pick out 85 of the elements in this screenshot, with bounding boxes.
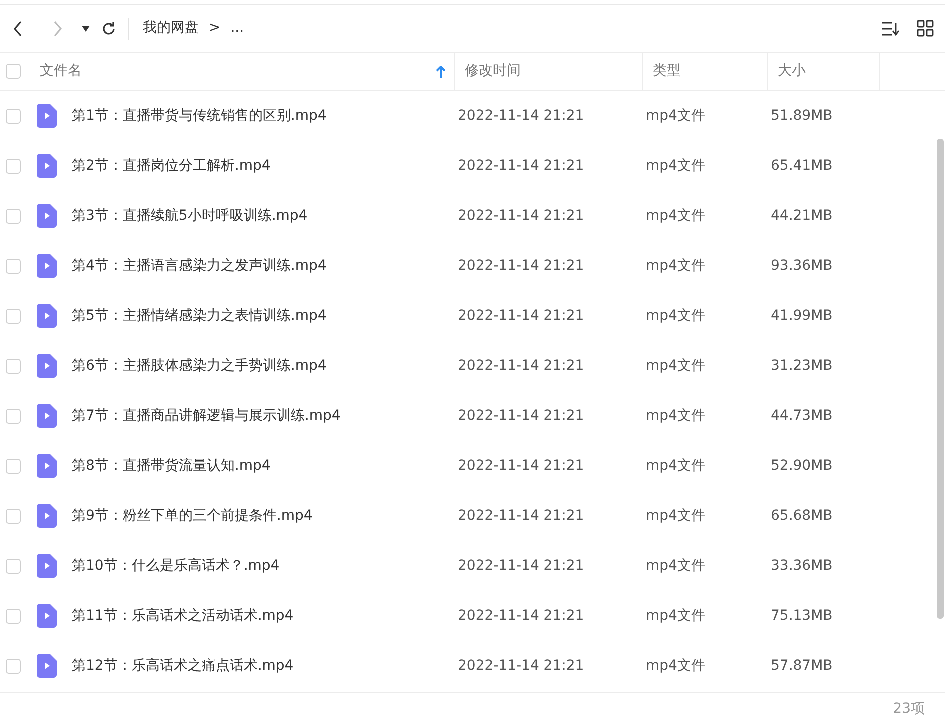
checkbox[interactable] [6, 608, 21, 624]
table-cell-text: 2022-11-14 21:21 [457, 456, 586, 476]
table-cell-text: mp4文件 [645, 256, 706, 276]
video-file-icon [37, 304, 57, 328]
table-cell-text: 2022-11-14 21:21 [457, 256, 586, 276]
table-cell-text: mp4文件 [645, 556, 706, 576]
checkbox[interactable] [6, 108, 21, 124]
table-cell-text: 2022-11-14 21:21 [457, 556, 586, 576]
table-cell-text: 65.68MB [770, 506, 834, 526]
table-cell-text: 2022-11-14 21:21 [457, 156, 586, 176]
video-file-icon [37, 454, 57, 478]
table-cell-text: 2022-11-14 21:21 [457, 306, 586, 326]
table-cell-text: 41.99MB [770, 306, 834, 326]
video-file-icon [37, 604, 57, 628]
file-name[interactable]: 第2节：直播岗位分工解析.mp4 [72, 156, 448, 176]
table-cell-text: mp4文件 [645, 456, 706, 476]
checkbox[interactable] [6, 658, 21, 674]
checkbox[interactable] [6, 458, 21, 474]
checkbox[interactable] [6, 158, 21, 174]
table-cell-text: mp4文件 [645, 356, 706, 376]
table-cell-text: 65.41MB [770, 156, 834, 176]
table-cell-text: mp4文件 [645, 656, 706, 676]
table-cell-text: 51.89MB [770, 106, 834, 126]
table-cell-text: mp4文件 [645, 506, 706, 526]
table-cell-text: 75.13MB [770, 606, 834, 626]
checkbox[interactable] [6, 358, 21, 374]
checkbox[interactable] [6, 508, 21, 524]
file-name[interactable]: 第7节：直播商品讲解逻辑与展示训练.mp4 [72, 406, 448, 426]
table-cell-text: 2022-11-14 21:21 [457, 206, 586, 226]
file-name[interactable]: 第4节：主播语言感染力之发声训练.mp4 [72, 256, 448, 276]
breadcrumb-ellipsis[interactable]: ... [230, 18, 244, 39]
table-cell-text: 2022-11-14 21:21 [457, 406, 586, 426]
file-name[interactable]: 第5节：主播情绪感染力之表情训练.mp4 [72, 306, 448, 326]
video-file-icon [37, 354, 57, 378]
column-header[interactable]: 大小 [778, 61, 806, 82]
table-cell-text: 52.90MB [770, 456, 834, 476]
table-cell-text: 44.21MB [770, 206, 834, 226]
checkbox[interactable] [6, 308, 21, 324]
video-file-icon [37, 254, 57, 278]
file-name[interactable]: 第8节：直播带货流量认知.mp4 [72, 456, 448, 476]
item-count: 23项 [893, 700, 925, 719]
checkbox[interactable] [6, 258, 21, 274]
column-header[interactable]: 类型 [653, 61, 681, 82]
video-file-icon [37, 404, 57, 428]
checkbox[interactable] [6, 64, 21, 79]
video-file-icon [37, 504, 57, 528]
table-cell-text: 93.36MB [770, 256, 834, 276]
table-cell-text: mp4文件 [645, 106, 706, 126]
table-cell-text: mp4文件 [645, 156, 706, 176]
table-cell-text: 33.36MB [770, 556, 834, 576]
breadcrumb-link[interactable]: 我的网盘 [143, 18, 199, 39]
video-file-icon [37, 104, 57, 128]
file-name[interactable]: 第10节：什么是乐高话术？.mp4 [72, 556, 448, 576]
file-name[interactable]: 第3节：直播续航5小时呼吸训练.mp4 [72, 206, 448, 226]
table-cell-text: 2022-11-14 21:21 [457, 506, 586, 526]
table-cell-text: 2022-11-14 21:21 [457, 356, 586, 376]
table-cell-text: 2022-11-14 21:21 [457, 106, 586, 126]
file-name[interactable]: 第9节：粉丝下单的三个前提条件.mp4 [72, 506, 448, 526]
table-cell-text: mp4文件 [645, 306, 706, 326]
checkbox[interactable] [6, 208, 21, 224]
video-file-icon [37, 554, 57, 578]
table-cell-text: 57.87MB [770, 656, 834, 676]
checkbox[interactable] [6, 558, 21, 574]
file-name[interactable]: 第6节：主播肢体感染力之手势训练.mp4 [72, 356, 448, 376]
table-cell-text: mp4文件 [645, 206, 706, 226]
file-name[interactable]: 第12节：乐高话术之痛点话术.mp4 [72, 656, 448, 676]
column-header[interactable]: 文件名 [40, 61, 82, 82]
table-cell-text: 2022-11-14 21:21 [457, 656, 586, 676]
table-cell-text: mp4文件 [645, 406, 706, 426]
sort-ascending-icon [436, 66, 446, 78]
column-header[interactable]: 修改时间 [465, 61, 521, 82]
file-name[interactable]: 第1节：直播带货与传统销售的区别.mp4 [72, 106, 448, 126]
table-cell-text: 2022-11-14 21:21 [457, 606, 586, 626]
table-cell-text: 44.73MB [770, 406, 834, 426]
back-icon[interactable] [13, 20, 23, 36]
breadcrumb-separator: > [209, 19, 221, 38]
file-name[interactable]: 第11节：乐高话术之活动话术.mp4 [72, 606, 448, 626]
table-cell-text: mp4文件 [645, 606, 706, 626]
checkbox[interactable] [6, 408, 21, 424]
table-cell-text: 31.23MB [770, 356, 834, 376]
forward-icon[interactable] [53, 20, 63, 36]
video-file-icon [37, 154, 57, 178]
refresh-icon[interactable] [101, 20, 117, 36]
video-file-icon [37, 204, 57, 228]
video-file-icon [37, 654, 57, 678]
